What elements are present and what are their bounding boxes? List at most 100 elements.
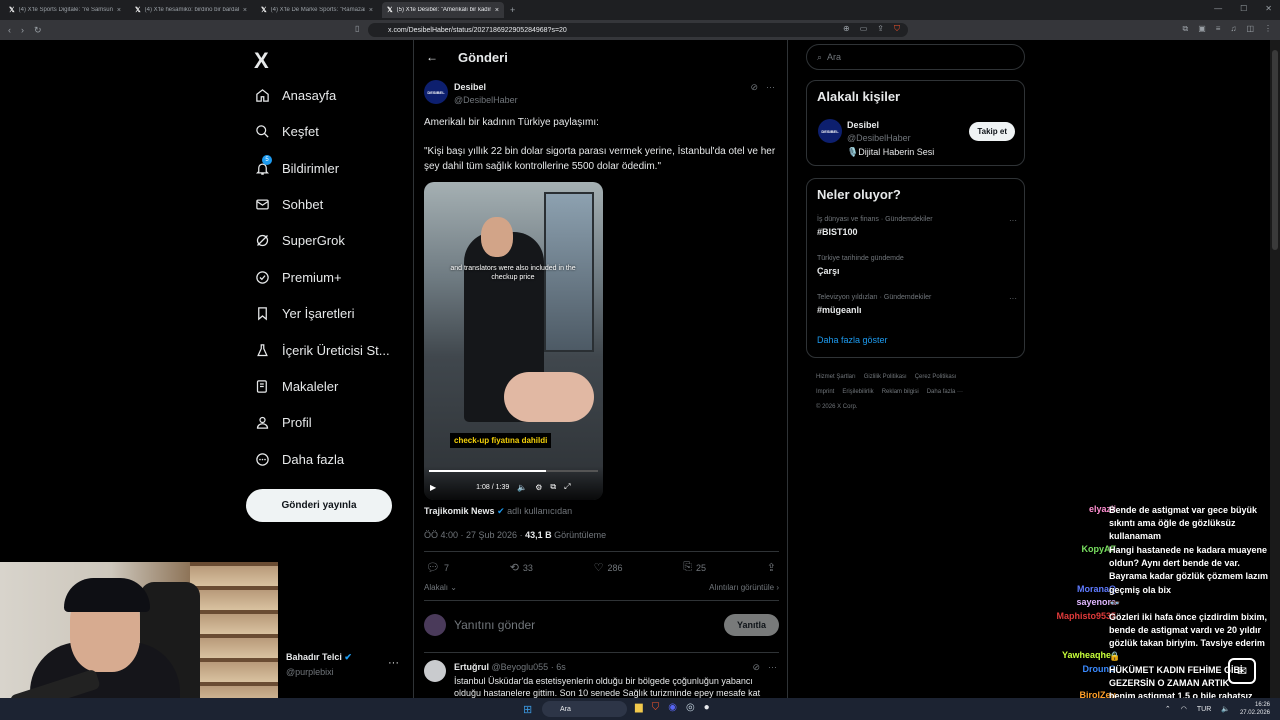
nav-more[interactable]: Daha fazla bbox=[254, 447, 344, 471]
forward-arrow-icon[interactable]: › bbox=[21, 25, 24, 36]
nav-articles[interactable]: Makaleler bbox=[254, 374, 338, 398]
browser-tab-active[interactable]: 𝕏 (5) X'te Desibel: "Amerikalı bir kadın.… bbox=[382, 2, 504, 18]
video-attribution[interactable]: Trajikomik News ✔ adlı kullanıcıdan bbox=[424, 506, 572, 517]
picture-in-picture-icon[interactable]: ⧉ bbox=[550, 482, 556, 492]
taskbar-clock[interactable]: 16:26 27.02.2026 bbox=[1240, 701, 1270, 717]
obs-icon[interactable]: ● bbox=[704, 702, 710, 713]
post-time[interactable]: ÖÖ 4:00 · 27 Şub 2026 bbox=[424, 530, 517, 540]
wifi-icon[interactable]: ◠ bbox=[1181, 705, 1187, 713]
discord-icon[interactable]: ◉ bbox=[668, 702, 677, 713]
video-progress-bar[interactable] bbox=[429, 470, 598, 472]
footer-link[interactable]: Hizmet Şartları bbox=[816, 374, 856, 380]
nav-supergrok[interactable]: SuperGrok bbox=[254, 228, 345, 252]
nav-creator-studio[interactable]: İçerik Üreticisi St... bbox=[254, 338, 390, 362]
author-name[interactable]: Desibel bbox=[454, 82, 486, 92]
trend-item[interactable]: İş dünyası ve finans · Gündemdekiler #BIS… bbox=[817, 216, 1017, 237]
back-arrow-icon[interactable]: ‹ bbox=[8, 25, 11, 36]
post-button[interactable]: Gönderi yayınla bbox=[246, 489, 392, 522]
reply-input[interactable]: Yanıtını gönder bbox=[454, 618, 724, 632]
footer-link[interactable]: Imprint bbox=[816, 389, 834, 395]
tray-arrow-icon[interactable]: ⌃ bbox=[1165, 705, 1171, 713]
nav-home[interactable]: Anasayfa bbox=[254, 83, 336, 107]
nav-premium[interactable]: Premium+ bbox=[254, 265, 342, 289]
show-more-link[interactable]: Daha fazla göster bbox=[817, 335, 888, 345]
view-quotes-link[interactable]: Alıntıları görüntüle › bbox=[709, 583, 779, 592]
more-menu-icon[interactable]: ⋮ bbox=[1264, 24, 1272, 34]
author-handle[interactable]: @DesibelHaber bbox=[454, 95, 518, 105]
windows-start-icon[interactable]: ⊞ bbox=[523, 703, 532, 716]
minimize-icon[interactable]: — bbox=[1214, 4, 1222, 13]
follow-button[interactable]: Takip et bbox=[969, 122, 1015, 141]
more-dots-icon[interactable]: ··· bbox=[1009, 216, 1017, 225]
close-window-icon[interactable]: ✕ bbox=[1265, 4, 1272, 13]
back-arrow-icon[interactable]: ← bbox=[426, 50, 438, 64]
grok-explain-icon[interactable]: ⊘ bbox=[750, 82, 758, 93]
x-logo-icon[interactable]: X bbox=[254, 48, 269, 74]
reload-icon[interactable]: ↻ bbox=[34, 25, 42, 36]
more-dots-icon[interactable]: ··· bbox=[766, 82, 775, 93]
related-dropdown[interactable]: Alakalı ⌄ bbox=[424, 583, 457, 592]
volume-icon[interactable]: 🔈 bbox=[1221, 705, 1230, 713]
close-tab-icon[interactable]: × bbox=[117, 7, 121, 14]
reply-button[interactable]: 💬︎ 7 bbox=[426, 561, 449, 574]
file-explorer-icon[interactable]: ▆ bbox=[635, 702, 643, 713]
close-tab-icon[interactable]: × bbox=[495, 7, 499, 14]
footer-link[interactable]: Çerez Politikası bbox=[915, 374, 957, 380]
url-field[interactable]: x.com/DesibelHaber/status/20271869229052… bbox=[368, 23, 908, 37]
more-dots-icon[interactable]: ··· bbox=[768, 662, 777, 673]
settings-icon[interactable]: ⚙ bbox=[535, 483, 542, 492]
nav-profile[interactable]: Profil bbox=[254, 410, 312, 434]
zoom-icon[interactable]: ⊕ bbox=[843, 24, 850, 34]
brave-shield-icon[interactable]: ⛉ bbox=[894, 24, 900, 34]
author-avatar[interactable]: DESIBEL bbox=[424, 80, 448, 104]
reply-submit-button[interactable]: Yanıtla bbox=[723, 614, 779, 636]
cast-icon[interactable]: ▭ bbox=[860, 24, 868, 34]
nav-explore[interactable]: Keşfet bbox=[254, 119, 319, 143]
wallet-icon[interactable]: ▣ bbox=[1198, 24, 1206, 34]
nav-chat[interactable]: Sohbet bbox=[254, 192, 323, 216]
maximize-icon[interactable]: ☐ bbox=[1240, 4, 1247, 13]
browser-tab[interactable]: 𝕏 (4) X'te hesamiko: birdino bir bardak..… bbox=[130, 2, 252, 18]
nav-bookmarks[interactable]: Yer İşaretleri bbox=[254, 301, 355, 325]
close-tab-icon[interactable]: × bbox=[369, 7, 373, 14]
share-icon[interactable]: ⇪ bbox=[877, 24, 884, 34]
scrollbar-thumb[interactable] bbox=[1272, 50, 1278, 250]
commenter-name[interactable]: Ertuğrul bbox=[454, 662, 489, 672]
split-icon[interactable]: ◫ bbox=[1246, 24, 1254, 34]
more-dots-icon[interactable]: ··· bbox=[388, 657, 399, 669]
new-tab-icon[interactable]: + bbox=[510, 5, 515, 15]
video-player[interactable]: and translators were also included in th… bbox=[424, 182, 603, 500]
trend-item[interactable]: Televizyon yıldızları · Gündemdekiler #mü… bbox=[817, 294, 1017, 315]
relevant-name[interactable]: Desibel bbox=[847, 120, 879, 130]
footer-link[interactable]: Erişilebilirlik bbox=[842, 389, 873, 395]
close-tab-icon[interactable]: × bbox=[243, 7, 247, 14]
footer-link[interactable]: Daha fazla ··· bbox=[927, 389, 963, 395]
browser-tab[interactable]: 𝕏(4) X'te Sports Digitale: "re Samsunsp.… bbox=[4, 2, 126, 18]
bookmark-button[interactable]: ⎘ 25 bbox=[683, 561, 706, 574]
bookmark-page-icon[interactable]: ▯ bbox=[355, 24, 359, 33]
account-switcher[interactable]: Bahadır Telci ✔ @purplebixi ··· bbox=[286, 652, 399, 677]
extension-icon[interactable]: ⧉ bbox=[1182, 24, 1188, 34]
language-indicator[interactable]: TUR bbox=[1197, 706, 1211, 713]
taskbar-search[interactable]: Ara bbox=[542, 701, 627, 717]
nav-notifications[interactable]: 5 Bildirimler bbox=[254, 155, 339, 180]
steam-icon[interactable]: ◎ bbox=[686, 702, 695, 713]
play-icon[interactable]: ▶ bbox=[430, 483, 436, 492]
trend-item[interactable]: Türkiye tarihinde gündemde Çarşı bbox=[817, 255, 1017, 276]
footer-link[interactable]: Gizlilik Politikası bbox=[864, 374, 907, 380]
menu-icon[interactable]: ≡ bbox=[1216, 24, 1221, 34]
more-dots-icon[interactable]: ··· bbox=[1009, 294, 1017, 303]
relevant-avatar[interactable]: DESIBEL bbox=[818, 119, 842, 143]
fullscreen-icon[interactable]: ⤢ bbox=[564, 482, 570, 492]
commenter-avatar[interactable] bbox=[424, 660, 446, 682]
browser-tab[interactable]: 𝕏 (4) X'te De Marke Sports: "Ramazan... × bbox=[256, 2, 378, 18]
music-icon[interactable]: ♫ bbox=[1230, 24, 1236, 34]
share-button[interactable]: ⇪ bbox=[767, 561, 776, 574]
search-input[interactable]: ⌕ Ara bbox=[806, 44, 1025, 70]
like-button[interactable]: ♡ 286 bbox=[594, 561, 623, 574]
grok-explain-icon[interactable]: ⊘ bbox=[752, 662, 760, 673]
repost-button[interactable]: ⟲ 33 bbox=[510, 561, 533, 574]
volume-icon[interactable]: 🔈 bbox=[517, 483, 527, 492]
brave-browser-icon[interactable]: ⛉ bbox=[652, 702, 660, 713]
footer-link[interactable]: Reklam bilgisi bbox=[882, 389, 919, 395]
